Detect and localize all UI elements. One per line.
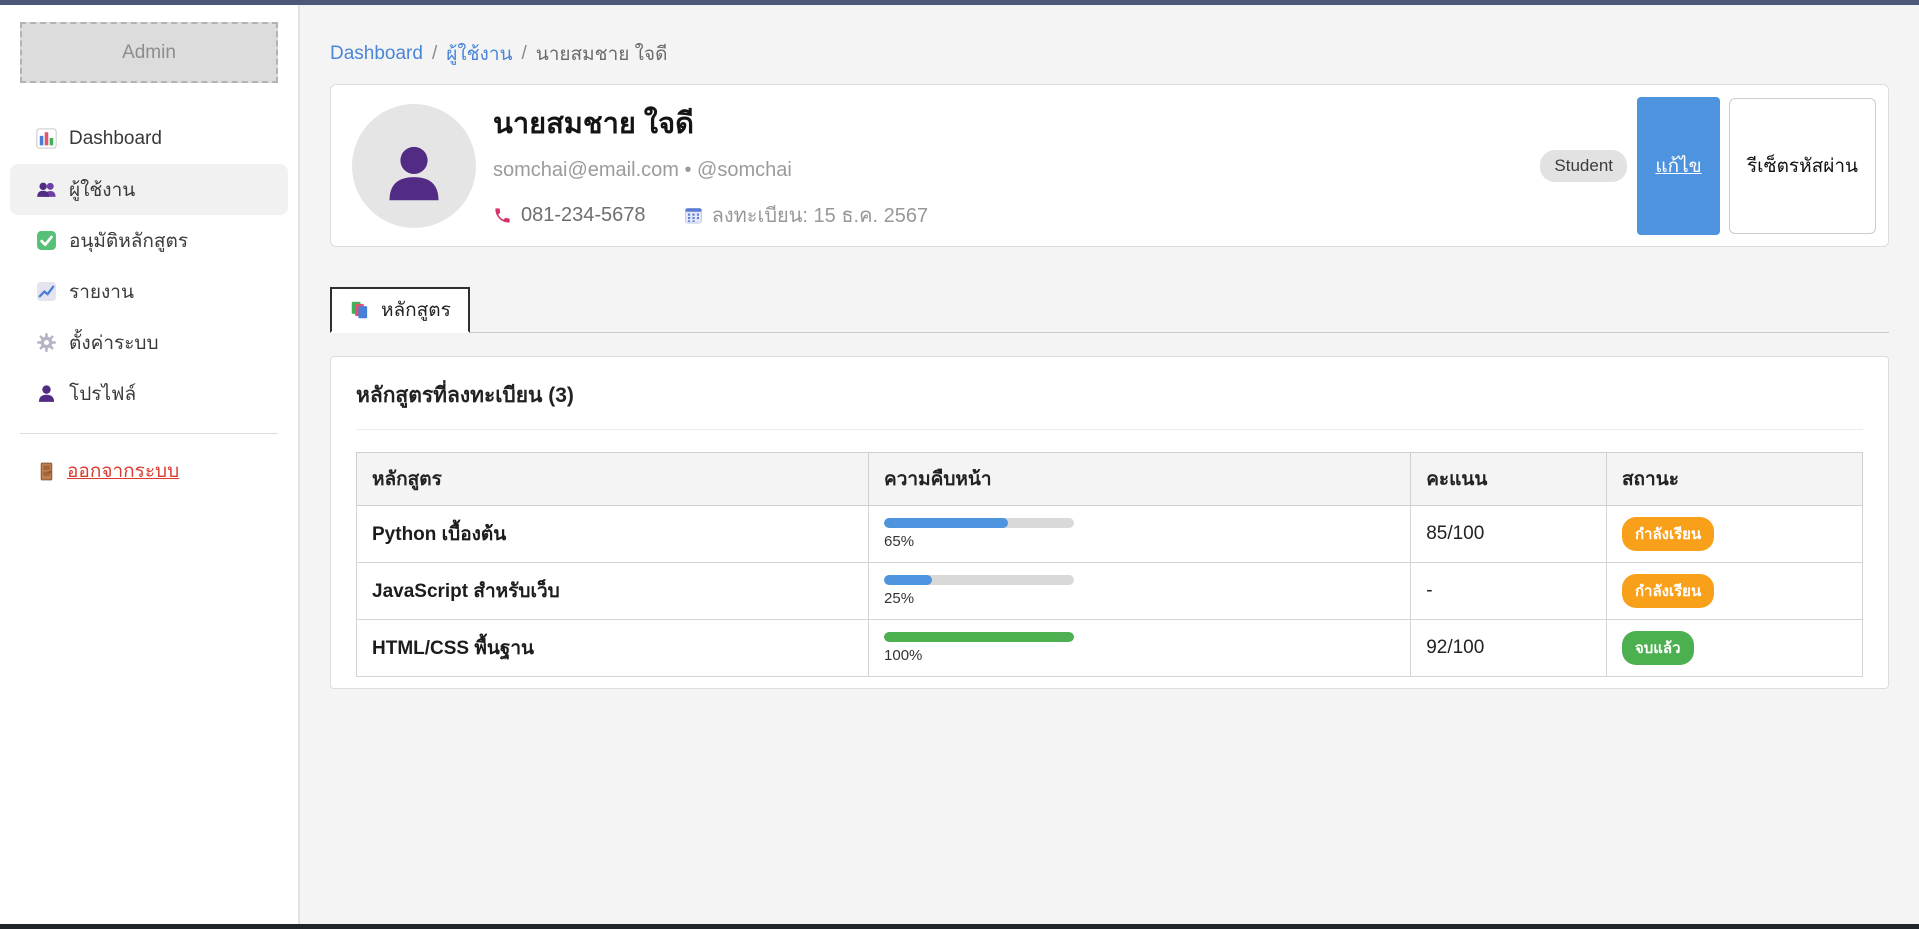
sidebar-item-label: ผู้ใช้งาน	[69, 175, 135, 205]
breadcrumb: Dashboard / ผู้ใช้งาน / นายสมชาย ใจดี	[330, 39, 1889, 69]
tab-courses-label: หลักสูตร	[381, 295, 451, 325]
score-cell: 85/100	[1411, 506, 1607, 563]
logout-label: ออกจากระบบ	[67, 456, 179, 486]
progress-bar	[884, 575, 1074, 585]
sidebar-item-3[interactable]: รายงาน	[10, 266, 288, 317]
column-header-2: คะแนน	[1411, 453, 1607, 506]
breadcrumb-separator: /	[432, 43, 437, 65]
score-cell: -	[1411, 563, 1607, 620]
user-profile-card: นายสมชาย ใจดี somchai@email.com • @somch…	[330, 84, 1889, 247]
course-name: JavaScript สำหรับเว็บ	[372, 581, 560, 602]
progress-bar	[884, 518, 1074, 528]
person-silhouette-icon	[380, 139, 448, 207]
phone-icon	[493, 206, 512, 225]
progress-label: 65%	[884, 533, 1395, 550]
user-registered-date: ลงทะเบียน: 15 ธ.ค. 2567	[684, 199, 929, 231]
breadcrumb-item-1[interactable]: ผู้ใช้งาน	[446, 39, 512, 69]
check-square-icon	[36, 230, 57, 251]
role-badge: Student	[1540, 150, 1627, 182]
breadcrumb-separator: /	[521, 43, 526, 65]
user-name: นายสมชาย ใจดี	[493, 100, 1540, 146]
status-badge: จบแล้ว	[1622, 631, 1694, 665]
reset-password-button[interactable]: รีเซ็ตรหัสผ่าน	[1729, 98, 1876, 234]
bottom-accent-bar	[0, 924, 1919, 929]
progress-label: 25%	[884, 590, 1395, 607]
progress-bar-fill	[884, 575, 932, 585]
course-name: Python เบื้องต้น	[372, 524, 506, 545]
progress-bar-fill	[884, 632, 1074, 642]
sidebar-divider	[20, 433, 278, 434]
sidebar-item-5[interactable]: โปรไฟล์	[10, 368, 288, 419]
books-icon	[349, 299, 371, 321]
breadcrumb-item-0[interactable]: Dashboard	[330, 43, 423, 65]
column-header-3: สถานะ	[1606, 453, 1862, 506]
course-name: HTML/CSS พื้นฐาน	[372, 638, 534, 659]
breadcrumb-item-2: นายสมชาย ใจดี	[536, 39, 668, 69]
panel-title: หลักสูตรที่ลงทะเบียน (3)	[356, 379, 1863, 412]
courses-table: หลักสูตรความคืบหน้าคะแนนสถานะ Python เบื…	[356, 452, 1863, 677]
table-row: JavaScript สำหรับเว็บ 25% - กำลังเรียน	[357, 563, 1863, 620]
sidebar-item-2[interactable]: อนุมัติหลักสูตร	[10, 215, 288, 266]
sidebar-item-label: รายงาน	[69, 277, 134, 307]
sidebar-item-0[interactable]: Dashboard	[10, 113, 288, 164]
sidebar-nav: Dashboard ผู้ใช้งาน อนุมัติหลักสูตร รายง…	[0, 113, 298, 419]
gear-icon	[36, 332, 57, 353]
main-content: Dashboard / ผู้ใช้งาน / นายสมชาย ใจดี นายสมช…	[300, 5, 1919, 924]
tab-courses[interactable]: หลักสูตร	[330, 287, 470, 333]
sidebar-item-1[interactable]: ผู้ใช้งาน	[10, 164, 288, 215]
progress-label: 100%	[884, 647, 1395, 664]
progress-bar-fill	[884, 518, 1008, 528]
edit-button[interactable]: แก้ไข	[1637, 97, 1720, 235]
door-icon	[36, 461, 57, 482]
person-icon	[36, 383, 57, 404]
calendar-icon	[684, 206, 703, 225]
panel-divider	[356, 429, 1863, 430]
logout-link[interactable]: ออกจากระบบ	[0, 456, 298, 486]
avatar	[352, 104, 476, 228]
table-row: Python เบื้องต้น 65% 85/100 กำลังเรียน	[357, 506, 1863, 563]
tab-strip: หลักสูตร	[330, 287, 1889, 333]
status-badge: กำลังเรียน	[1622, 517, 1714, 551]
bar-chart-icon	[36, 128, 57, 149]
user-phone: 081-234-5678	[493, 204, 646, 227]
user-email-handle: somchai@email.com • @somchai	[493, 159, 1540, 182]
brand-logo: Admin	[20, 22, 278, 83]
progress-bar	[884, 632, 1074, 642]
table-row: HTML/CSS พื้นฐาน 100% 92/100 จบแล้ว	[357, 620, 1863, 677]
courses-panel: หลักสูตรที่ลงทะเบียน (3) หลักสูตรความคืบ…	[330, 356, 1889, 689]
sidebar-item-label: Dashboard	[69, 128, 162, 150]
sidebar: Admin Dashboard ผู้ใช้งาน อนุมัติหลักสูต…	[0, 5, 300, 924]
users-icon	[36, 179, 57, 200]
sidebar-item-label: ตั้งค่าระบบ	[69, 328, 159, 358]
score-cell: 92/100	[1411, 620, 1607, 677]
column-header-0: หลักสูตร	[357, 453, 869, 506]
status-badge: กำลังเรียน	[1622, 574, 1714, 608]
table-header-row: หลักสูตรความคืบหน้าคะแนนสถานะ	[357, 453, 1863, 506]
column-header-1: ความคืบหน้า	[869, 453, 1411, 506]
sidebar-item-label: อนุมัติหลักสูตร	[69, 226, 188, 256]
trend-chart-icon	[36, 281, 57, 302]
sidebar-item-4[interactable]: ตั้งค่าระบบ	[10, 317, 288, 368]
sidebar-item-label: โปรไฟล์	[69, 379, 136, 409]
